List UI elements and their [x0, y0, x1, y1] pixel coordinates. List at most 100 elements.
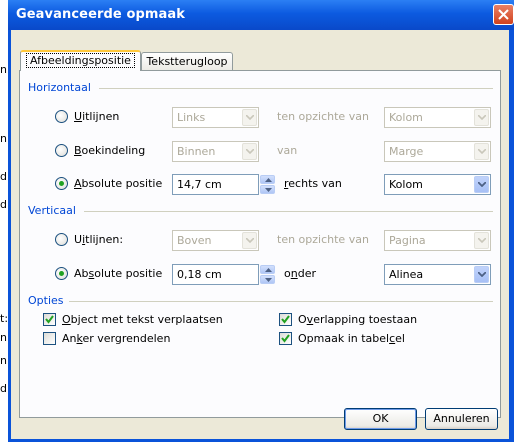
chevron-down-icon: [246, 238, 254, 243]
dropdown-button[interactable]: [474, 109, 489, 126]
close-button[interactable]: [493, 4, 514, 25]
tab-label: Afbeeldingspositie: [26, 53, 135, 68]
group-divider: [99, 88, 493, 89]
dropdown-button[interactable]: [242, 109, 257, 126]
chevron-down-icon: [246, 115, 254, 120]
radio-label: Uitlijnen: [74, 110, 120, 123]
arrow-up-icon: [265, 268, 272, 272]
chevron-down-icon: [478, 182, 486, 187]
spin-down-button[interactable]: [260, 185, 275, 194]
relation-label: onder: [284, 267, 316, 280]
dropdown-button[interactable]: [474, 143, 489, 160]
radio-horizontal-align[interactable]: [55, 110, 68, 123]
arrow-down-icon: [265, 188, 272, 192]
radio-label: Absolute positie: [74, 177, 163, 190]
book-layout-reference-select[interactable]: Marge: [384, 141, 491, 162]
input-value: 0,18 cm: [177, 268, 222, 281]
arrow-up-icon: [265, 178, 272, 182]
spin-up-button[interactable]: [260, 265, 275, 274]
book-layout-select[interactable]: Binnen: [172, 141, 259, 162]
chevron-down-icon: [478, 149, 486, 154]
chevron-down-icon: [478, 238, 486, 243]
vertical-position-input[interactable]: 0,18 cm: [172, 264, 259, 285]
horizontal-position-input[interactable]: 14,7 cm: [172, 174, 259, 195]
dropdown-button[interactable]: [474, 176, 489, 193]
horizontal-reference-select[interactable]: Kolom: [384, 174, 491, 195]
ok-button[interactable]: OK: [344, 408, 417, 430]
horizontal-align-reference-select[interactable]: Kolom: [384, 107, 491, 128]
vertical-reference-select[interactable]: Alinea: [384, 264, 491, 285]
checkbox-label: Object met tekst verplaatsen: [62, 313, 223, 326]
checkbox-move-with-text[interactable]: [43, 313, 56, 326]
tab-label: Tekstterugloop: [146, 55, 228, 68]
select-value: Links: [177, 111, 206, 124]
background-window-edge: n n d d t: n n d: [0, 0, 8, 442]
radio-selected-dot: [59, 271, 64, 276]
close-icon: [498, 9, 509, 20]
checkmark-icon: [281, 315, 290, 324]
relation-label: van: [277, 144, 298, 157]
checkmark-icon: [45, 315, 54, 324]
checkbox-label: Anker vergrendelen: [62, 332, 171, 345]
vertical-align-select[interactable]: Boven: [172, 230, 259, 251]
select-value: Alinea: [389, 268, 424, 281]
select-value: Binnen: [177, 145, 216, 158]
vertical-align-reference-select[interactable]: Pagina: [384, 230, 491, 251]
dropdown-button[interactable]: [242, 232, 257, 249]
background-text-fragment: n: [0, 132, 7, 145]
tab-picture-position[interactable]: Afbeeldingspositie: [20, 50, 141, 71]
select-value: Pagina: [389, 234, 426, 247]
dropdown-button[interactable]: [242, 143, 257, 160]
radio-label: Boekindeling: [74, 144, 146, 157]
horizontal-position-spinner[interactable]: [260, 174, 277, 195]
group-label-horizontal: Horizontaal: [28, 81, 91, 94]
radio-vertical-absolute[interactable]: [55, 267, 68, 280]
background-text-fragment: d: [0, 170, 7, 183]
dropdown-button[interactable]: [474, 266, 489, 283]
dropdown-button[interactable]: [474, 232, 489, 249]
chevron-down-icon: [478, 115, 486, 120]
radio-selected-dot: [59, 181, 64, 186]
chevron-down-icon: [246, 149, 254, 154]
input-value: 14,7 cm: [177, 178, 222, 191]
select-value: Marge: [389, 145, 424, 158]
radio-label: Uitlijnen:: [74, 233, 124, 246]
background-text-fragment: n: [0, 331, 7, 344]
chevron-down-icon: [478, 272, 486, 277]
radio-book-layout[interactable]: [55, 144, 68, 157]
radio-horizontal-absolute[interactable]: [55, 177, 68, 190]
tab-panel: Horizontaal Uitlijnen Links ten opzichte…: [19, 70, 501, 418]
dialog-body: Afbeeldingspositie Tekstterugloop Horizo…: [11, 30, 509, 439]
tab-text-wrapping[interactable]: Tekstterugloop: [141, 52, 233, 70]
radio-vertical-align[interactable]: [55, 233, 68, 246]
relation-label: ten opzichte van: [277, 233, 369, 246]
checkbox-lock-anchor[interactable]: [43, 332, 56, 345]
spin-down-button[interactable]: [260, 275, 275, 284]
background-text-fragment: n: [0, 354, 7, 367]
advanced-layout-dialog: Geavanceerde opmaak Afbeeldingspositie T…: [8, 0, 514, 442]
group-label-vertical: Verticaal: [28, 204, 76, 217]
select-value: Kolom: [389, 111, 423, 124]
group-label-options: Opties: [28, 294, 64, 307]
checkbox-label: Opmaak in tabelcel: [298, 332, 405, 345]
dialog-title: Geavanceerde opmaak: [16, 7, 186, 22]
select-value: Boven: [177, 234, 212, 247]
radio-label: Absolute positie: [74, 267, 163, 280]
group-divider: [84, 211, 493, 212]
background-text-fragment: d: [0, 382, 7, 395]
background-text-fragment: n: [0, 63, 7, 76]
relation-label: rechts van: [284, 177, 342, 190]
cancel-button[interactable]: Annuleren: [425, 408, 498, 430]
select-value: Kolom: [389, 178, 423, 191]
vertical-position-spinner[interactable]: [260, 264, 277, 285]
horizontal-align-select[interactable]: Links: [172, 107, 259, 128]
checkbox-layout-in-table-cell[interactable]: [279, 332, 292, 345]
background-text-fragment: d: [0, 198, 7, 211]
title-bar[interactable]: Geavanceerde opmaak: [8, 0, 514, 30]
arrow-down-icon: [265, 278, 272, 282]
checkmark-icon: [281, 334, 290, 343]
background-text-fragment: t:: [0, 312, 9, 325]
checkbox-allow-overlap[interactable]: [279, 313, 292, 326]
spin-up-button[interactable]: [260, 175, 275, 184]
relation-label: ten opzichte van: [277, 110, 369, 123]
